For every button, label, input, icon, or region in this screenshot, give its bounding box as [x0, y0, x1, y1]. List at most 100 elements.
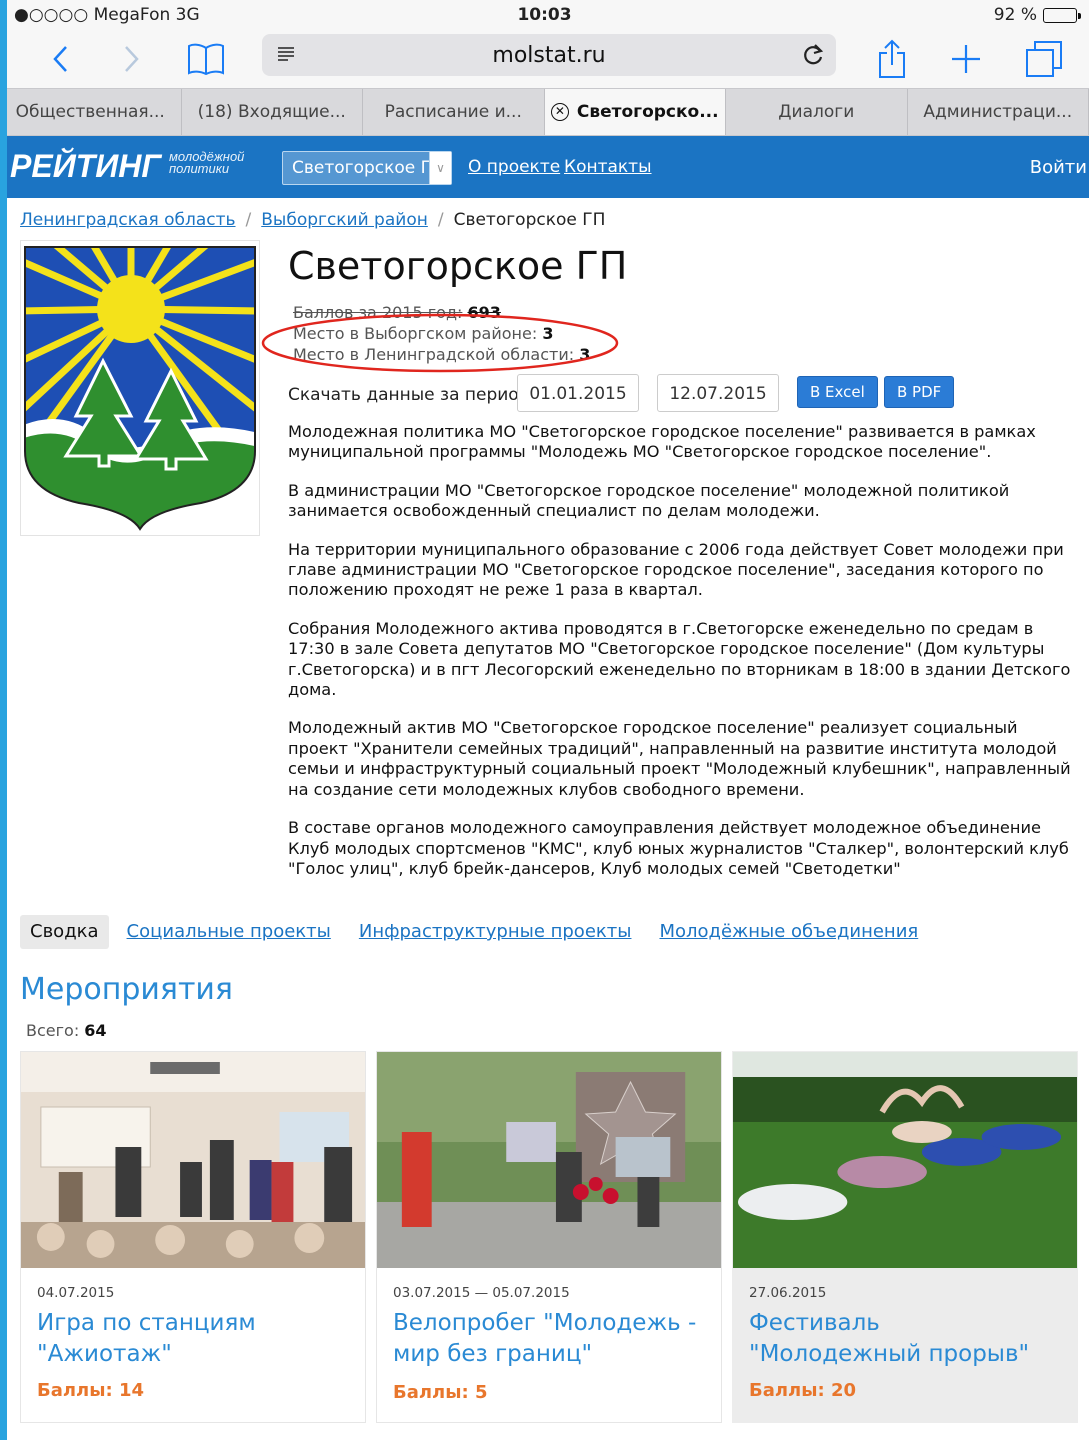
download-period-label: Скачать данные за период: [288, 385, 537, 405]
event-date: 03.07.2015 — 05.07.2015 [393, 1285, 570, 1301]
event-score: Баллы: 5 [393, 1382, 488, 1403]
browser-tab[interactable]: Администраци... [908, 89, 1089, 135]
event-card[interactable]: 03.07.2015 — 05.07.2015 Велопробег "Моло… [376, 1051, 722, 1423]
district-rank-label: Место в Выборгском районе: [293, 324, 538, 343]
breadcrumb-region-link[interactable]: Ленинградская область [20, 210, 236, 230]
browser-tab[interactable]: Расписание и... [363, 89, 545, 135]
event-photo [733, 1052, 1077, 1268]
description-paragraph: На территории муниципального образование… [288, 539, 1064, 600]
nav-about-link[interactable]: О проекте [468, 157, 560, 177]
tab-infrastructure-projects[interactable]: Инфраструктурные проекты [349, 915, 642, 949]
clock: 10:03 [517, 5, 572, 25]
login-link[interactable]: Войти [1030, 157, 1087, 178]
tab-label: Диалоги [778, 102, 855, 122]
score-value: 693 [467, 303, 501, 322]
bookmarks-icon[interactable] [184, 36, 228, 82]
event-date: 04.07.2015 [37, 1285, 115, 1301]
region-rank-label: Место в Ленинградской области: [293, 345, 575, 364]
score-label: Баллов за 2015 год: [293, 303, 463, 322]
description-paragraph: В составе органов молодежного самоуправл… [288, 818, 1069, 878]
breadcrumb-separator: / [437, 210, 444, 230]
event-score-value: 14 [119, 1380, 145, 1401]
description-paragraph: Молодежный актив МО "Светогорское городс… [288, 718, 1071, 799]
tabs-icon[interactable] [1022, 36, 1066, 82]
tab-label: Расписание и... [384, 102, 522, 122]
events-total-label: Всего: [26, 1021, 80, 1040]
url-text: molstat.ru [492, 43, 606, 68]
reload-icon[interactable] [800, 42, 826, 68]
tab-label: Светогорско... [576, 102, 719, 122]
export-excel-button[interactable]: В Excel [797, 376, 878, 408]
breadcrumb-district-link[interactable]: Выборгский район [261, 210, 428, 230]
forward-icon[interactable] [112, 36, 152, 82]
tab-summary[interactable]: Сводка [20, 915, 109, 949]
back-icon[interactable] [40, 36, 80, 82]
chevron-down-icon: ∨ [429, 152, 451, 184]
event-score-label: Баллы: [749, 1380, 825, 1401]
region-select[interactable]: Светогорское ГП ∨ [282, 151, 452, 185]
tab-youth-associations[interactable]: Молодёжные объединения [649, 915, 928, 949]
events-total-value: 64 [84, 1021, 107, 1040]
coat-of-arms-icon [24, 246, 256, 531]
tab-social-projects[interactable]: Социальные проекты [117, 915, 341, 949]
close-tab-icon[interactable]: ✕ [550, 103, 569, 121]
score-line: Баллов за 2015 год: 693 [293, 302, 590, 323]
event-photo [377, 1052, 721, 1268]
event-score-label: Баллы: [37, 1380, 113, 1401]
district-rank-value: 3 [542, 324, 554, 343]
event-title-link[interactable]: Игра по станциям "Ажиотаж" [37, 1308, 347, 1370]
description-paragraph: В администрации МО "Светогорское городск… [288, 480, 1010, 521]
events-total: Всего: 64 [26, 1021, 107, 1040]
description: Молодежная политика МО "Светогорское гор… [288, 422, 1078, 897]
event-card[interactable]: 04.07.2015 Игра по станциям "Ажиотаж" Ба… [20, 1051, 366, 1423]
site-logo[interactable]: РЕЙТИНГ молодёжной политики [10, 148, 269, 185]
event-score-label: Баллы: [393, 1382, 469, 1403]
breadcrumb: Ленинградская область / Выборгский район… [20, 210, 605, 230]
browser-tab-active[interactable]: ✕ Светогорско... [544, 89, 726, 135]
site-header: РЕЙТИНГ молодёжной политики Светогорское… [0, 136, 1089, 198]
event-date: 27.06.2015 [749, 1285, 827, 1301]
event-photo [21, 1052, 365, 1268]
date-to-input[interactable]: 12.07.2015 [657, 374, 779, 412]
battery-percent: 92 % [993, 5, 1037, 25]
tab-label: Общественная... [15, 102, 165, 122]
date-from-input[interactable]: 01.01.2015 [517, 374, 639, 412]
description-paragraph: Собрания Молодежного актива проводятся в… [288, 618, 1071, 700]
region-select-value: Светогорское ГП [292, 158, 429, 178]
event-score: Баллы: 14 [37, 1380, 144, 1401]
logo-title: РЕЙТИНГ [10, 148, 162, 184]
event-score-value: 20 [831, 1380, 857, 1401]
browser-tabs: Общественная... (18) Входящие... Расписа… [0, 88, 1089, 136]
battery-indicator: 92 % [993, 5, 1081, 25]
share-icon[interactable] [872, 36, 912, 82]
description-paragraph: Молодежная политика МО "Светогорское гор… [288, 422, 1036, 462]
browser-tab[interactable]: (18) Входящие... [182, 89, 363, 135]
export-pdf-button[interactable]: В PDF [884, 376, 955, 408]
section-tabs: Сводка Социальные проекты Инфраструктурн… [20, 915, 936, 949]
event-title-link[interactable]: Велопробег "Молодежь - мир без границ" [393, 1308, 703, 1370]
browser-toolbar: molstat.ru [0, 30, 1089, 88]
status-bar: ●○○○○ MegaFon 3G 10:03 92 % [0, 0, 1089, 30]
events-heading: Мероприятия [20, 972, 233, 1007]
region-rank-value: 3 [579, 345, 591, 364]
event-score: Баллы: 20 [749, 1380, 856, 1401]
new-tab-icon[interactable] [946, 36, 986, 82]
logo-subtitle: молодёжной политики [169, 148, 245, 176]
event-title-link[interactable]: Фестиваль "Молодежный прорыв" [749, 1308, 1059, 1370]
region-rank-line: Место в Ленинградской области: 3 [293, 344, 590, 365]
left-edge-strip [0, 0, 7, 1440]
browser-tab[interactable]: Диалоги [726, 89, 908, 135]
district-rank-line: Место в Выборгском районе: 3 [293, 323, 590, 344]
coat-of-arms-image [20, 240, 260, 536]
tab-label: Администраци... [923, 102, 1073, 122]
breadcrumb-current: Светогорское ГП [453, 210, 606, 230]
nav-contacts-link[interactable]: Контакты [564, 157, 652, 177]
event-score-value: 5 [475, 1382, 488, 1403]
tab-label: (18) Входящие... [197, 102, 346, 122]
address-bar[interactable]: molstat.ru [262, 34, 836, 76]
battery-icon [1043, 7, 1081, 23]
event-card[interactable]: 27.06.2015 Фестиваль "Молодежный прорыв"… [732, 1051, 1078, 1423]
browser-tab[interactable]: Общественная... [0, 89, 182, 135]
rating-stats: Баллов за 2015 год: 693 Место в Выборгск… [293, 302, 590, 365]
breadcrumb-separator: / [245, 210, 252, 230]
